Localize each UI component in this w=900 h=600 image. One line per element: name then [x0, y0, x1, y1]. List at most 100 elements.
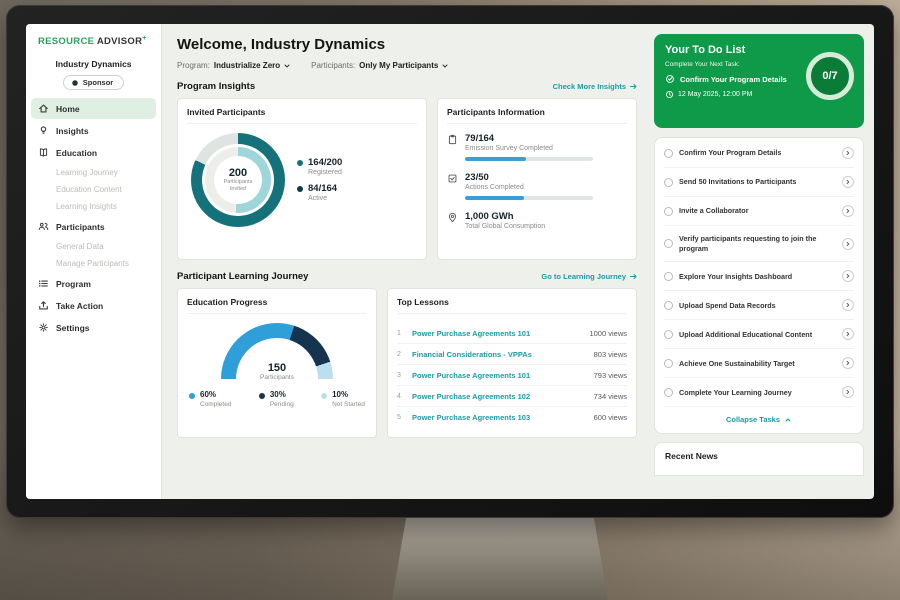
- check-circle-icon: [665, 74, 675, 84]
- legend-item-active: 84/164 Active: [297, 184, 342, 202]
- todo-next-task[interactable]: Confirm Your Program Details: [665, 74, 800, 84]
- task-open-button[interactable]: [842, 147, 854, 159]
- task-row-verify-participants[interactable]: Verify participants requesting to join t…: [664, 226, 854, 262]
- lesson-row: 5 Power Purchase Agreements 103 600 view…: [397, 407, 627, 427]
- sidebar-item-learning-journey[interactable]: Learning Journey: [26, 164, 161, 181]
- lesson-link[interactable]: Financial Considerations - VPPAs: [412, 350, 587, 359]
- lesson-views: 1000 views: [589, 329, 627, 338]
- home-icon: [38, 103, 49, 114]
- sidebar-item-label: Program: [56, 279, 91, 289]
- task-checkbox[interactable]: [664, 272, 673, 281]
- task-row-upload-spend-data[interactable]: Upload Spend Data Records: [664, 291, 854, 320]
- stat-global-consumption: 1,000 GWh Total Global Consumption: [447, 211, 627, 230]
- participants-information-card: Participants Information 79/164 Emission…: [437, 98, 637, 260]
- lesson-rank: 3: [397, 372, 405, 379]
- sidebar-item-education-content[interactable]: Education Content: [26, 181, 161, 198]
- lesson-link[interactable]: Power Purchase Agreements 101: [412, 371, 587, 380]
- task-checkbox[interactable]: [664, 178, 673, 187]
- task-checkbox[interactable]: [664, 330, 673, 339]
- task-row-confirm-program[interactable]: Confirm Your Program Details: [664, 139, 854, 168]
- program-filter-dropdown[interactable]: Industrialize Zero: [214, 61, 291, 70]
- card-title: Invited Participants: [187, 107, 417, 124]
- todo-progress-ring: 0/7: [806, 52, 854, 100]
- sidebar-item-general-data[interactable]: General Data: [26, 238, 161, 255]
- sidebar-item-label: Participants: [56, 222, 105, 232]
- task-checkbox[interactable]: [664, 359, 673, 368]
- task-row-send-invitations[interactable]: Send 50 Invitations to Participants: [664, 168, 854, 197]
- sponsor-badge[interactable]: Sponsor: [63, 75, 124, 90]
- todo-summary-card: Your To Do List Complete Your Next Task:…: [654, 34, 864, 128]
- donut-legend: 164/200 Registered 84/164 Active: [297, 150, 342, 211]
- lesson-link[interactable]: Power Purchase Agreements 101: [412, 329, 582, 338]
- sidebar-item-home[interactable]: Home: [31, 98, 156, 119]
- top-lessons-card: Top Lessons 1 Power Purchase Agreements …: [387, 288, 637, 438]
- org-name: Industry Dynamics: [26, 59, 161, 69]
- gauge-legend: 60% Completed 30% Pending: [187, 391, 367, 408]
- legend-label: Pending: [270, 401, 294, 408]
- program-filter-label: Program:: [177, 61, 210, 70]
- link-label: Check More Insights: [553, 82, 626, 91]
- chevron-right-icon: [845, 273, 851, 279]
- legend-dot: [297, 160, 303, 166]
- sidebar-item-learning-insights[interactable]: Learning Insights: [26, 198, 161, 215]
- filters-bar: Program: Industrialize Zero Participants…: [177, 61, 638, 70]
- task-row-explore-insights[interactable]: Explore Your Insights Dashboard: [664, 262, 854, 291]
- todo-next-task-label: Confirm Your Program Details: [680, 75, 787, 84]
- task-row-complete-learning-journey[interactable]: Complete Your Learning Journey: [664, 378, 854, 407]
- program-insights-header: Program Insights Check More Insights: [177, 81, 638, 92]
- gauge-label: Participants: [221, 374, 333, 381]
- collapse-tasks-link[interactable]: Collapse Tasks: [664, 407, 854, 432]
- sidebar-item-take-action[interactable]: Take Action: [26, 295, 161, 316]
- task-row-invite-collaborator[interactable]: Invite a Collaborator: [664, 197, 854, 226]
- task-open-button[interactable]: [842, 357, 854, 369]
- sidebar-item-label: Settings: [56, 323, 90, 333]
- go-to-learning-journey-link[interactable]: Go to Learning Journey: [541, 272, 638, 281]
- participants-filter-dropdown[interactable]: Only My Participants: [359, 61, 449, 70]
- task-checkbox[interactable]: [664, 239, 673, 248]
- task-checkbox[interactable]: [664, 207, 673, 216]
- sidebar-item-program[interactable]: Program: [26, 273, 161, 294]
- task-row-achieve-target[interactable]: Achieve One Sustainability Target: [664, 349, 854, 378]
- task-open-button[interactable]: [842, 176, 854, 188]
- task-checkbox[interactable]: [664, 301, 673, 310]
- sidebar-item-manage-participants[interactable]: Manage Participants: [26, 255, 161, 272]
- chevron-right-icon: [845, 150, 851, 156]
- card-title: Education Progress: [187, 297, 367, 314]
- task-open-button[interactable]: [842, 205, 854, 217]
- participants-filter-label: Participants:: [311, 61, 355, 70]
- task-row-upload-educational-content[interactable]: Upload Additional Educational Content: [664, 320, 854, 349]
- sponsor-label: Sponsor: [83, 78, 113, 87]
- sidebar-item-education[interactable]: Education: [26, 142, 161, 163]
- sidebar-item-participants[interactable]: Participants: [26, 216, 161, 237]
- sidebar-item-insights[interactable]: Insights: [26, 120, 161, 141]
- task-open-button[interactable]: [842, 386, 854, 398]
- section-title: Participant Learning Journey: [177, 271, 308, 282]
- task-open-button[interactable]: [842, 270, 854, 282]
- lesson-link[interactable]: Power Purchase Agreements 102: [412, 392, 587, 401]
- legend-item-registered: 164/200 Registered: [297, 158, 342, 176]
- legend-value: 84/164: [308, 184, 337, 194]
- task-checkbox[interactable]: [664, 388, 673, 397]
- task-label: Upload Additional Educational Content: [679, 330, 836, 340]
- program-filter: Program: Industrialize Zero: [177, 61, 291, 70]
- task-open-button[interactable]: [842, 328, 854, 340]
- stat-label: Emission Survey Completed: [465, 145, 593, 152]
- lesson-link[interactable]: Power Purchase Agreements 103: [412, 413, 587, 422]
- sidebar: RESOURCE ADVISOR+ Industry Dynamics Spon…: [26, 24, 162, 499]
- todo-subtitle: Complete Your Next Task:: [665, 61, 800, 68]
- card-title: Participants Information: [447, 107, 627, 124]
- sidebar-item-settings[interactable]: Settings: [26, 317, 161, 338]
- progress-bar: [465, 157, 593, 161]
- app-logo: RESOURCE ADVISOR+: [26, 35, 161, 47]
- task-checkbox[interactable]: [664, 149, 673, 158]
- check-more-insights-link[interactable]: Check More Insights: [553, 82, 638, 91]
- legend-item-pending: 30% Pending: [259, 391, 294, 408]
- card-title: Top Lessons: [397, 297, 627, 314]
- arrow-up-tray-icon: [38, 300, 49, 311]
- task-open-button[interactable]: [842, 299, 854, 311]
- todo-due-label: 12 May 2025, 12:00 PM: [678, 91, 752, 98]
- lesson-rank: 5: [397, 414, 405, 421]
- task-open-button[interactable]: [842, 238, 854, 250]
- todo-panel: Your To Do List Complete Your Next Task:…: [650, 24, 874, 499]
- lesson-views: 600 views: [594, 413, 627, 422]
